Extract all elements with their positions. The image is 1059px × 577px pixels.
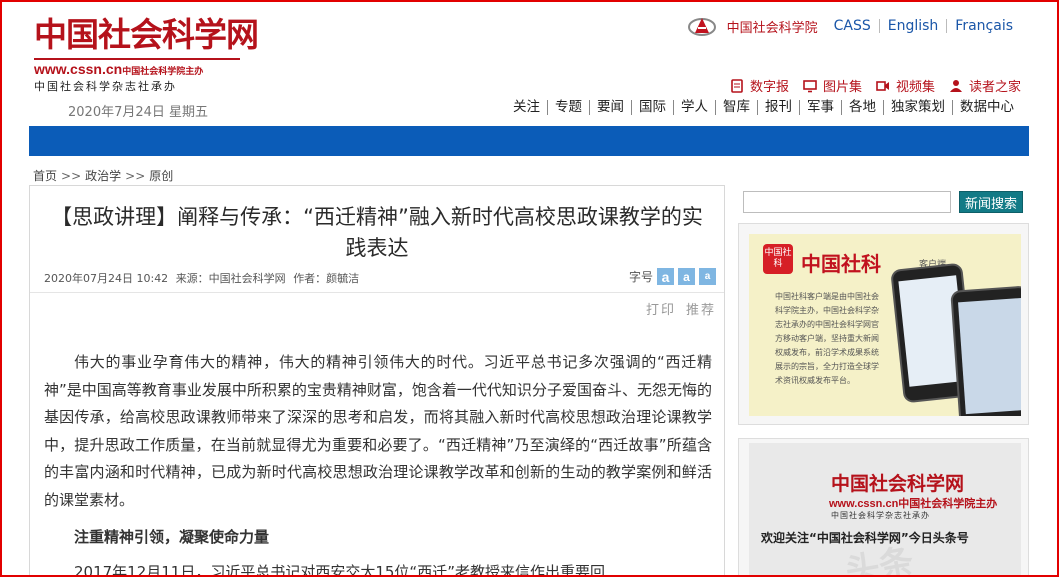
phone-illustration <box>950 285 1021 416</box>
service-videos[interactable]: 视频集 <box>876 76 935 95</box>
font-size-label: 字号 <box>628 270 653 284</box>
toutiao-ad-box: 头条 中国社会科学网 www.cssn.cn中国社会科学院主办 中国社会科学杂志… <box>738 438 1029 577</box>
nav-item-xueren[interactable]: 学人 <box>673 100 715 115</box>
article-panel: 【思政讲理】阐释与传承：“西迁精神”融入新时代高校思政课教学的实践表达 2020… <box>29 185 725 577</box>
article-body: 伟大的事业孕育伟大的精神，伟大的精神引领伟大的时代。习近平总书记多次强调的“西迁… <box>44 349 712 577</box>
service-label: 图片集 <box>822 80 862 95</box>
toutiao-ad-text: 欢迎关注“中国社会科学网”今日头条号 <box>761 531 969 545</box>
service-readers[interactable]: 读者之家 <box>949 76 1021 95</box>
service-label: 读者之家 <box>968 80 1021 95</box>
app-ad-title: 中国社科 <box>801 252 881 276</box>
article-source: 来源：中国社会科学网 <box>175 272 286 285</box>
article-author: 作者：颜毓洁 <box>293 272 360 285</box>
nav-item-dujia[interactable]: 独家策划 <box>883 100 952 115</box>
font-size-small-button[interactable]: a <box>699 268 716 285</box>
article-paragraph: 2017年12月11日，习近平总书记对西安交大15位“西迁”老教授来信作出重要回 <box>74 562 605 577</box>
app-ad-banner[interactable]: 中国社科 中国社科 客户端 中国社科客户端是由中国社会科学院主办，中国社会科学杂… <box>749 234 1021 416</box>
toutiao-ad-url: www.cssn.cn中国社会科学院主办 <box>829 498 998 510</box>
video-icon <box>876 80 889 91</box>
article-paragraph: 伟大的事业孕育伟大的精神，伟大的精神引领伟大的时代。习近平总书记多次强调的“西迁… <box>44 353 712 509</box>
recommend-button[interactable]: 推荐 <box>686 303 716 318</box>
main-nav: 关注 专题 要闻 国际 学人 智库 报刊 军事 各地 独家策划 数据中心 <box>506 100 1021 115</box>
site-logo[interactable]: 中国社会科学网 www.cssn.cn中国社会科学院主办 中国社会科学杂志社承办 <box>34 15 259 94</box>
logo-title: 中国社会科学网 <box>34 15 259 54</box>
nav-item-gedi[interactable]: 各地 <box>841 100 883 115</box>
service-label: 视频集 <box>895 80 935 95</box>
meta-divider <box>30 292 724 293</box>
font-size-large-button[interactable]: a <box>657 268 674 285</box>
cass-org-link[interactable]: 中国社会科学院 <box>727 17 818 36</box>
nav-item-shuju[interactable]: 数据中心 <box>952 100 1021 115</box>
breadcrumb-separator: >> <box>125 169 146 183</box>
current-date: 2020年7月24日 星期五 <box>68 105 209 120</box>
cass-logo-icon <box>687 18 716 36</box>
article-subheading: 注重精神引领，凝聚使命力量 <box>74 528 270 546</box>
service-photos[interactable]: 图片集 <box>803 76 862 95</box>
monitor-icon <box>803 79 817 92</box>
logo-subtitle: 中国社会科学杂志社承办 <box>34 80 177 93</box>
toutiao-ad-logo: 中国社会科学网 <box>831 473 965 495</box>
breadcrumb: 首页 >> 政治学 >> 原创 <box>33 167 173 184</box>
nav-item-junshi[interactable]: 军事 <box>799 100 841 115</box>
toutiao-ad-sub: 中国社会科学杂志社承办 <box>831 511 930 520</box>
app-ad-description: 中国社科客户端是由中国社会科学院主办，中国社会科学杂志社承办的中国社会科学网官方… <box>775 292 879 385</box>
english-link[interactable]: English <box>878 19 947 33</box>
nav-item-zhuanti[interactable]: 专题 <box>547 100 589 115</box>
print-button[interactable]: 打印 <box>646 303 676 318</box>
article-meta: 2020年07月24日 10:42 来源：中国社会科学网 作者：颜毓洁 <box>44 270 363 286</box>
app-ad-box: 中国社科 中国社科 客户端 中国社科客户端是由中国社会科学院主办，中国社会科学杂… <box>738 223 1029 425</box>
nav-item-zhiku[interactable]: 智库 <box>715 100 757 115</box>
breadcrumb-separator: >> <box>61 169 82 183</box>
article-title: 【思政讲理】阐释与传承：“西迁精神”融入新时代高校思政课教学的实践表达 <box>51 205 703 260</box>
top-links: 中国社会科学院 CASS English Français <box>687 15 1021 37</box>
nav-item-yaowen[interactable]: 要闻 <box>589 100 631 115</box>
nav-banner-bar <box>29 126 1029 156</box>
service-label: 数字报 <box>749 80 789 95</box>
breadcrumb-original[interactable]: 原创 <box>149 169 173 183</box>
reader-icon <box>949 79 962 92</box>
nav-item-baokan[interactable]: 报刊 <box>757 100 799 115</box>
service-links: 数字报 图片集 视频集 读者之家 <box>716 76 1021 95</box>
search-input[interactable] <box>743 191 951 213</box>
newspaper-icon <box>731 78 743 93</box>
news-search-button[interactable]: 新闻搜索 <box>959 191 1023 213</box>
service-digital-paper[interactable]: 数字报 <box>730 76 789 95</box>
article-tools: 打印 推荐 <box>636 299 716 318</box>
nav-item-guanzhu[interactable]: 关注 <box>506 100 547 115</box>
font-size-medium-button[interactable]: a <box>678 268 695 285</box>
article-datetime: 2020年07月24日 10:42 <box>44 272 169 285</box>
cass-link[interactable]: CASS <box>826 19 879 33</box>
app-logo-icon: 中国社科 <box>763 244 793 274</box>
nav-item-guoji[interactable]: 国际 <box>631 100 673 115</box>
logo-url: www.cssn.cn中国社会科学院主办 <box>34 58 240 77</box>
breadcrumb-home[interactable]: 首页 <box>33 169 57 183</box>
toutiao-ad-banner[interactable]: 头条 中国社会科学网 www.cssn.cn中国社会科学院主办 中国社会科学杂志… <box>749 443 1021 577</box>
font-size-control: 字号 a a a <box>629 268 716 285</box>
breadcrumb-politics[interactable]: 政治学 <box>85 169 121 183</box>
french-link[interactable]: Français <box>946 19 1021 33</box>
